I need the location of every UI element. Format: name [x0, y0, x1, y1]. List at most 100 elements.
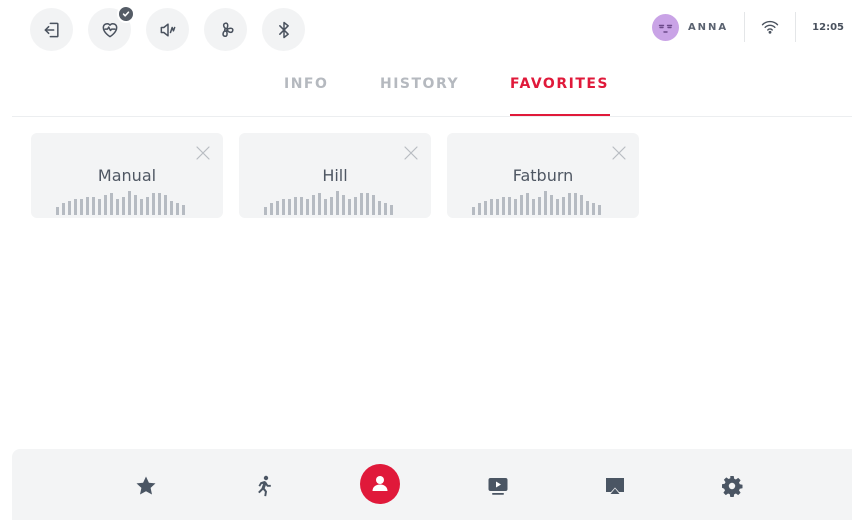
profile-bar — [80, 199, 83, 215]
fan-icon — [221, 21, 234, 37]
profile-bar — [490, 199, 493, 215]
profile-bar — [92, 197, 95, 215]
program-name: Fatburn — [512, 166, 574, 185]
nav-profile[interactable] — [360, 464, 400, 504]
profile-bar — [306, 199, 309, 215]
bluetooth-button[interactable] — [262, 8, 305, 51]
profile-bar — [354, 197, 357, 215]
profile-bar — [86, 197, 89, 215]
profile-bar — [176, 203, 179, 215]
profile-bar — [526, 193, 529, 215]
profile-bar — [586, 201, 589, 215]
bluetooth-icon — [278, 21, 289, 38]
tab-divider — [12, 116, 852, 117]
profile-bar — [62, 203, 65, 215]
profile-bar — [532, 199, 535, 215]
close-icon — [196, 146, 210, 160]
profile-bar — [140, 199, 143, 215]
profile-bar — [568, 193, 571, 215]
profile-bar — [484, 201, 487, 215]
profile-bar — [390, 205, 393, 215]
nav-workouts[interactable] — [243, 466, 283, 506]
profile-bar — [300, 197, 303, 215]
nav-settings[interactable] — [712, 466, 752, 506]
favorite-card[interactable]: Hill — [239, 133, 431, 218]
nav-media[interactable] — [478, 466, 518, 506]
profile-bar — [264, 207, 267, 215]
nav-favorites[interactable] — [126, 466, 166, 506]
profile-bar — [56, 207, 59, 215]
profile-bar — [98, 199, 101, 215]
profile-bar — [294, 197, 297, 215]
profile-bar — [580, 195, 583, 215]
tab-favorites[interactable]: FAVORITES — [510, 76, 609, 116]
profile-bar — [68, 201, 71, 215]
profile-bar — [348, 199, 351, 215]
profile-bar — [336, 191, 339, 215]
remove-favorite-button[interactable] — [403, 145, 419, 161]
profile-bar — [270, 203, 273, 215]
profile-bar — [318, 193, 321, 215]
tab-bar: INFO HISTORY FAVORITES — [0, 76, 852, 118]
profile-bar — [574, 193, 577, 215]
clock: 12:05 — [812, 21, 844, 33]
profile-bar — [134, 195, 137, 215]
favorite-card[interactable]: Manual — [31, 133, 223, 218]
profile-bar — [288, 199, 291, 215]
program-profile-chart — [472, 191, 601, 215]
profile-bar — [170, 201, 173, 215]
profile-bar — [378, 201, 381, 215]
remove-favorite-button[interactable] — [611, 145, 627, 161]
settings-icon — [722, 476, 743, 497]
profile-bar — [514, 199, 517, 215]
exit-button[interactable] — [30, 8, 73, 51]
profile-bar — [324, 199, 327, 215]
tab-info[interactable]: INFO — [284, 76, 328, 116]
profile-bar — [472, 207, 475, 215]
close-icon — [404, 146, 418, 160]
profile-bar — [330, 197, 333, 215]
program-profile-chart — [56, 191, 185, 215]
user-name[interactable]: ANNA — [688, 22, 728, 33]
user-avatar[interactable] — [651, 13, 679, 41]
close-icon — [612, 146, 626, 160]
profile-bar — [538, 197, 541, 215]
profile-bar — [478, 203, 481, 215]
sleepy-face-icon — [658, 24, 673, 33]
profile-bar — [74, 199, 77, 215]
heart-rate-icon — [102, 22, 117, 37]
profile-bar — [592, 203, 595, 215]
profile-bar — [146, 197, 149, 215]
profile-bar — [342, 195, 345, 215]
video-icon — [488, 478, 508, 495]
profile-bar — [598, 205, 601, 215]
divider — [795, 12, 797, 42]
wifi-status[interactable] — [761, 19, 779, 35]
remove-favorite-button[interactable] — [195, 145, 211, 161]
profile-bar — [312, 195, 315, 215]
wifi-icon — [761, 20, 779, 34]
heart-rate-button[interactable] — [88, 5, 135, 51]
profile-bar — [122, 197, 125, 215]
status-area: ANNA 12:05 — [651, 8, 852, 46]
program-name: Hill — [322, 166, 348, 185]
volume-button[interactable] — [146, 8, 189, 51]
profile-bar — [520, 195, 523, 215]
profile-bar — [282, 199, 285, 215]
profile-bar — [158, 193, 161, 215]
program-name: Manual — [97, 166, 157, 185]
profile-bar — [372, 195, 375, 215]
tab-history[interactable]: HISTORY — [380, 76, 459, 116]
star-icon — [136, 476, 156, 495]
profile-bar — [496, 199, 499, 215]
profile-bar — [128, 191, 131, 215]
favorite-card[interactable]: Fatburn — [447, 133, 639, 218]
profile-icon — [372, 476, 388, 491]
nav-screen-mirror[interactable] — [595, 466, 635, 506]
runner-icon — [258, 475, 271, 497]
exit-icon — [44, 22, 59, 37]
cast-icon — [606, 478, 624, 494]
fan-button[interactable] — [204, 8, 247, 51]
profile-bar — [562, 197, 565, 215]
profile-bar — [544, 191, 547, 215]
